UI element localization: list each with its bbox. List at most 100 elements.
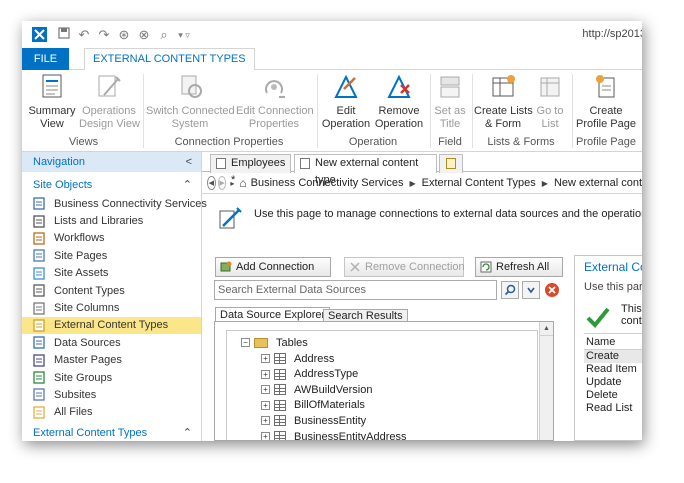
search-options-button[interactable] [522, 281, 540, 299]
ribbon-separator [572, 74, 573, 148]
sidebar-item[interactable]: Lists and Libraries [22, 212, 201, 229]
forward-icon[interactable]: ▶ [217, 176, 227, 190]
sidebar-item[interactable]: Content Types [22, 282, 201, 299]
sidebar-item[interactable]: Business Connectivity Services [22, 195, 207, 212]
external-content-types-section[interactable]: External Content Types ⌃ [22, 425, 201, 441]
expand-icon[interactable]: + [261, 432, 270, 440]
expand-icon[interactable]: + [261, 416, 270, 426]
tree-node-label: BusinessEntityAddress [294, 430, 407, 441]
customize-toolbar-icon[interactable]: ▾ ▿ [177, 28, 191, 42]
sidebar-item[interactable]: Site Pages [22, 247, 201, 264]
home-icon[interactable]: ⌂ [239, 176, 246, 190]
ribbon-tabs: FILE EXTERNAL CONTENT TYPES [22, 48, 642, 71]
stop-icon[interactable]: ⊗ [137, 27, 151, 42]
search-button[interactable] [501, 281, 519, 299]
site-objects-list: Business Connectivity Services Lists and … [22, 195, 207, 421]
add-connection-button[interactable]: Add Connection [215, 257, 331, 277]
collapse-pane-icon[interactable]: < [186, 152, 192, 172]
external-content-types-tab[interactable]: EXTERNAL CONTENT TYPES [84, 48, 255, 71]
summary-view-button[interactable]: Summary View [28, 73, 76, 131]
sidebar-item-label: All Files [54, 406, 93, 419]
operation-row[interactable]: Read List [584, 402, 642, 415]
sidebar-item[interactable]: Data Sources [22, 334, 201, 351]
switch-connected-system-button[interactable]: Switch Connected System [146, 73, 235, 131]
site-objects-section[interactable]: Site Objects ⌃ [22, 175, 201, 195]
redo-icon[interactable]: ↷ [97, 27, 111, 42]
tab-new-external-content-type[interactable]: New external content type [294, 154, 437, 186]
operation-row[interactable]: Delete [584, 389, 642, 402]
create-profile-page-label: Create Profile Page [576, 105, 636, 130]
operations-design-view-button[interactable]: Operations Design View [79, 73, 140, 131]
edit-operation-label: Edit Operation [321, 105, 371, 130]
collapse-icon[interactable]: − [241, 338, 250, 347]
close-icon [545, 283, 559, 297]
expand-icon[interactable]: + [261, 400, 270, 410]
edit-connection-properties-label: Edit Connection Properties [236, 105, 314, 130]
tree-node-table[interactable]: + BusinessEntity [261, 413, 366, 428]
folder-icon [254, 337, 268, 348]
chevron-up-icon[interactable]: ⌃ [183, 425, 192, 441]
tree-node-table[interactable]: + BillOfMaterials [261, 398, 365, 413]
edit-connection-properties-icon [265, 80, 285, 98]
preview-icon[interactable]: ⌕ [157, 27, 171, 42]
name-column-header[interactable]: Name [584, 334, 642, 350]
tree-node-table[interactable]: + BusinessEntityAddress [261, 429, 407, 440]
remove-connection-button[interactable]: Remove Connection [344, 257, 465, 277]
refresh-all-button[interactable]: Refresh All [475, 257, 563, 277]
new-tab-button[interactable] [439, 154, 463, 173]
set-as-title-button[interactable]: Set as Title [432, 73, 468, 131]
expand-icon[interactable]: + [261, 354, 270, 363]
undo-icon[interactable]: ↶ [77, 27, 91, 42]
tab-employees[interactable]: Employees * [210, 154, 291, 186]
sidebar-item[interactable]: Workflows [22, 230, 201, 247]
tree-node-table[interactable]: + AWBuildVersion [261, 382, 372, 397]
edit-connection-properties-button[interactable]: Edit Connection Properties [236, 73, 314, 131]
chevron-up-icon[interactable]: ⌃ [183, 175, 192, 195]
operation-row[interactable]: Read Item [584, 363, 642, 376]
create-lists-form-button[interactable]: Create Lists & Form [474, 73, 533, 131]
columns-icon [32, 301, 46, 315]
go-to-list-button[interactable]: Go to List [532, 73, 568, 131]
sidebar-item[interactable]: All Files [22, 404, 201, 421]
operations-design-view-icon [98, 75, 121, 97]
vertical-scrollbar[interactable]: ▲ [539, 322, 553, 440]
remove-operation-button[interactable]: Remove Operation [372, 73, 426, 131]
create-profile-page-icon [596, 75, 615, 98]
tree-node-tables[interactable]: − Tables [241, 335, 308, 350]
sidebar-item[interactable]: Site Assets [22, 265, 201, 282]
tab-data-source-explorer[interactable]: Data Source Explorer [215, 307, 331, 322]
edit-operation-button[interactable]: Edit Operation [320, 73, 372, 131]
navigation-header[interactable]: Navigation < [22, 152, 201, 172]
add-connection-icon [220, 261, 232, 272]
sidebar-item[interactable]: Site Groups [22, 369, 201, 386]
back-icon[interactable]: ◀ [207, 176, 216, 190]
tree-node-table[interactable]: + Address [261, 351, 334, 366]
breadcrumb-item[interactable]: External Content Types [422, 177, 536, 189]
search-input[interactable]: Search External Data Sources [214, 280, 497, 300]
breadcrumb-item[interactable]: New external cont [554, 177, 642, 189]
sidebar-item[interactable]: Site Columns [22, 299, 201, 316]
save-icon[interactable] [57, 27, 71, 42]
expand-icon[interactable]: + [261, 385, 270, 395]
sidebar-item[interactable]: Master Pages [22, 352, 201, 369]
refresh-icon[interactable]: ⊛ [117, 27, 131, 42]
sidebar-item[interactable]: External Content Types [22, 316, 201, 335]
sidebar-item[interactable]: Subsites [22, 386, 201, 403]
file-tab[interactable]: FILE [22, 48, 69, 70]
operations-list: Name Create Read Item Update Delete Read Lis… [584, 333, 642, 415]
sidebar-item-label: Business Connectivity Services [54, 197, 207, 210]
operation-row[interactable]: Update [584, 376, 642, 389]
external-content-type-icon [32, 319, 46, 332]
breadcrumb-item[interactable]: Business Connectivity Services [251, 177, 404, 189]
expand-icon[interactable]: + [261, 369, 270, 379]
scroll-up-icon[interactable]: ▲ [540, 322, 553, 336]
clear-search-button[interactable] [543, 281, 561, 299]
sidebar-item-label: Data Sources [54, 336, 121, 349]
sidebar-item-label: Master Pages [54, 354, 122, 367]
remove-connection-label: Remove Connection [365, 261, 465, 273]
tree-node-table[interactable]: + AddressType [261, 367, 358, 382]
chevron-down-icon[interactable]: ▸ [230, 179, 234, 188]
operation-row[interactable]: Create [584, 350, 642, 363]
table-icon [274, 431, 286, 440]
create-profile-page-button[interactable]: Create Profile Page [574, 73, 638, 131]
